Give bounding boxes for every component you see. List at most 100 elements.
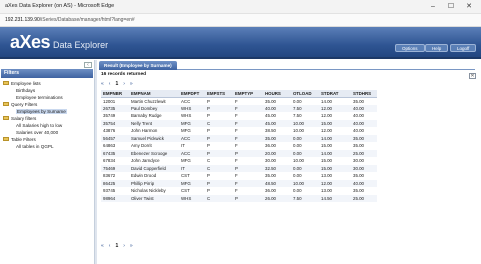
table-row[interactable]: 93745 Nicholas Nickleby CST P F 36.00 0.00 13.0… — [101, 187, 377, 195]
table-cell: P — [207, 128, 210, 134]
collapse-sidebar-icon[interactable]: ‹ — [84, 62, 92, 68]
table-cell: CST — [181, 188, 190, 194]
next-page-button[interactable]: › — [123, 81, 125, 87]
table-cell: 40.00 — [353, 128, 364, 134]
table-cell: 10.00 — [293, 128, 304, 134]
tree-item-salaries-over-40000[interactable]: Salaries over 40,000 — [2, 129, 94, 136]
prev-page-button[interactable]: ‹ — [109, 243, 111, 249]
tab-result[interactable]: Result (Employee by Surname) — [99, 61, 177, 70]
table-cell: 67834 — [103, 158, 116, 164]
table-cell: F — [235, 143, 238, 149]
table-cell: 86425 — [101, 179, 129, 187]
url-text[interactable]: 192.231.139.90/iSeries/Database/manager/… — [5, 17, 135, 23]
table-cell: F — [233, 179, 263, 187]
logo-text: aXes — [10, 32, 51, 52]
col-header[interactable]: OTLOAD — [291, 90, 319, 98]
col-header[interactable]: STDHRS — [351, 90, 377, 98]
table-row[interactable]: 75469 David Copperfield IT C P 32.50 0.00 15.00… — [101, 164, 377, 172]
tree-item-employees-by-surname[interactable]: Employees by Surname — [2, 108, 94, 115]
table-cell: 93745 — [103, 188, 116, 194]
table-row[interactable]: 98964 Oliver Twist WHS C P 26.00 7.50 14.50 25.0… — [101, 194, 377, 202]
table-cell: 12.00 — [319, 179, 351, 187]
tree-folder-query-filters[interactable]: Query Filters — [2, 101, 94, 108]
table-row[interactable]: 56457 Samuel Pickwick ACC P F 35.00 0.00 14.00 3… — [101, 134, 377, 142]
tree-folder-employee-lists[interactable]: Employee lists — [2, 80, 94, 87]
table-cell: P — [207, 173, 210, 179]
address-bar[interactable]: 192.231.139.90/iSeries/Database/manager/… — [0, 14, 481, 27]
logoff-button[interactable]: Logoff — [450, 44, 477, 52]
table-cell: 56457 — [101, 134, 129, 142]
tree-item-all-tables-qgpl[interactable]: All tables in QGPL — [2, 143, 94, 150]
col-header[interactable]: EMPTYP — [233, 90, 263, 98]
table-cell: 10.00 — [293, 158, 304, 164]
table-cell: 35749 — [103, 113, 116, 119]
table-cell: 35.00 — [265, 173, 276, 179]
col-header[interactable]: HOURS — [263, 90, 291, 98]
col-header[interactable]: EMPNBR — [101, 90, 129, 98]
table-cell: 20.00 — [263, 149, 291, 157]
table-cell: P — [205, 104, 233, 112]
tree-folder-table-filters[interactable]: Table Filters — [2, 136, 94, 143]
current-page: 1 — [115, 243, 119, 249]
table-row[interactable]: 67435 Ebenezer Scrooge ACC P P 20.00 0.00 14.00… — [101, 149, 377, 157]
table-cell: 40.00 — [353, 113, 364, 119]
table-row[interactable]: 43876 John Harmon MFG P F 38.50 10.00 12.00 40.0… — [101, 127, 377, 135]
close-icon[interactable]: ✕ — [469, 73, 476, 79]
last-page-button[interactable]: » — [130, 81, 133, 87]
table-cell: 0.00 — [291, 164, 319, 172]
col-header[interactable]: EMPSTS — [205, 90, 233, 98]
table-cell: WHS — [179, 194, 205, 202]
table-cell: Ebenezer Scrooge — [129, 149, 179, 157]
table-cell: 35.00 — [353, 98, 364, 104]
table-cell: F — [235, 113, 238, 119]
pager-top: « ‹ 1 › » — [101, 81, 138, 87]
help-button[interactable]: Help — [425, 44, 449, 52]
table-row[interactable]: 26735 Paul Dombey WHS P F 40.00 7.50 12.00 40.00 — [101, 104, 377, 112]
minimize-button[interactable]: – — [426, 2, 440, 12]
table-row[interactable]: 67834 John Jarndyce MFG C F 30.00 10.00 15.00 30… — [101, 157, 377, 165]
title-bar: aXes Data Explorer (on AS) - Microsoft E… — [0, 0, 481, 14]
col-header[interactable]: EMPNAM — [129, 90, 179, 98]
table-cell: 48.50 — [263, 179, 291, 187]
tree-folder-salary-filters[interactable]: Salary filters — [2, 115, 94, 122]
tree-item-all-salaries[interactable]: All Salaries high to low — [2, 122, 94, 129]
col-header[interactable]: STDRAT — [319, 90, 351, 98]
tree-item-birthdays[interactable]: Birthdays — [2, 87, 94, 94]
table-cell: 25.00 — [351, 149, 377, 157]
table-cell: WHS — [181, 113, 192, 119]
table-cell: 30.00 — [351, 164, 377, 172]
record-count: 16 records returned — [101, 72, 147, 77]
table-cell: P — [207, 188, 210, 194]
tree-item-employee-terminations[interactable]: Employee terminations — [2, 94, 94, 101]
table-row[interactable]: 83672 Edwin Drood CST P F 35.00 0.00 13.00 35.00 — [101, 172, 377, 180]
first-page-button[interactable]: « — [101, 81, 104, 87]
last-page-button[interactable]: » — [130, 243, 133, 249]
table-row[interactable]: 35754 Nelly Trent MFG C F 45.00 10.00 15.00 40.0… — [101, 119, 377, 127]
table-cell: F — [233, 104, 263, 112]
col-header[interactable]: EMPDPT — [179, 90, 205, 98]
app-logo: aXes Data Explorer — [10, 32, 108, 53]
table-cell: P — [207, 98, 210, 104]
next-page-button[interactable]: › — [123, 243, 125, 249]
first-page-button[interactable]: « — [101, 243, 104, 249]
close-window-button[interactable]: ✕ — [462, 2, 476, 12]
options-button[interactable]: Options — [395, 44, 425, 52]
prev-page-button[interactable]: ‹ — [109, 81, 111, 87]
table-row[interactable]: 86425 Phillip Pirrip MFG P F 48.50 10.00 12.00 4… — [101, 179, 377, 187]
table-cell: 35.00 — [265, 98, 276, 104]
table-cell: 35.00 — [351, 134, 377, 142]
table-row[interactable]: 64863 Amy Dorrit IT P F 36.00 0.00 15.00 35.00 — [101, 142, 377, 150]
table-cell: 7.50 — [291, 104, 319, 112]
table-cell: 30.00 — [353, 158, 364, 164]
table-row[interactable]: 35749 Barnaby Rudge WHS P F 45.00 7.50 12.00 40.… — [101, 112, 377, 120]
table-cell: 0.00 — [291, 134, 319, 142]
table-cell: 13.00 — [321, 188, 332, 194]
table-cell: 12001 — [103, 98, 116, 104]
table-cell: P — [207, 143, 210, 149]
sidebar-header: Filters — [1, 69, 93, 78]
table-row[interactable]: 12001 Martin Chuzzlewit ACC P F 35.00 0.00 14.0… — [101, 97, 377, 105]
table-cell: P — [233, 194, 263, 202]
table-cell: ACC — [179, 149, 205, 157]
maximize-button[interactable]: ☐ — [444, 2, 458, 12]
table-cell: F — [233, 134, 263, 142]
